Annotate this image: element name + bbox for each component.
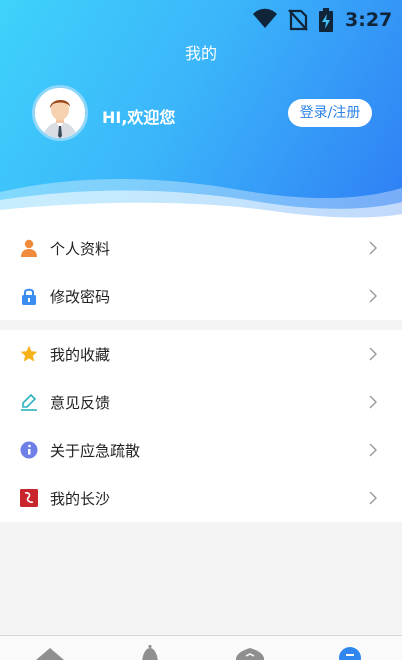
- status-clock: 3:27: [345, 9, 393, 31]
- shield-tab-icon[interactable]: [234, 644, 266, 660]
- menu-item-label: 修改密码: [50, 288, 111, 306]
- menu-item-feedback[interactable]: 意见反馈: [0, 378, 402, 426]
- menu-item-label: 关于应急疏散: [50, 442, 141, 460]
- info-icon: [20, 441, 38, 459]
- bottom-tab-bar: [0, 635, 402, 660]
- mine-tab-icon[interactable]: [338, 644, 362, 660]
- menu-item-label: 个人资料: [50, 240, 111, 258]
- login-register-button[interactable]: 登录/注册: [288, 99, 372, 127]
- menu-item-about-evacuation[interactable]: 关于应急疏散: [0, 426, 402, 474]
- menu-item-label: 我的收藏: [50, 346, 111, 364]
- menu-group-account: 个人资料 修改密码: [0, 224, 402, 320]
- changsha-logo-icon: [20, 489, 38, 507]
- menu-item-label: 意见反馈: [50, 394, 111, 412]
- no-sim-icon: [288, 9, 308, 31]
- chevron-right-icon: [369, 347, 377, 361]
- page-title: 我的: [184, 44, 217, 63]
- chevron-right-icon: [369, 241, 377, 255]
- menu-item-favorites[interactable]: 我的收藏: [0, 330, 402, 378]
- menu-item-profile[interactable]: 个人资料: [0, 224, 402, 272]
- chevron-right-icon: [369, 289, 377, 303]
- home-tab-icon[interactable]: [33, 644, 67, 660]
- greeting-text: HI,欢迎您: [102, 108, 176, 127]
- wifi-icon: [253, 8, 277, 28]
- menu-group-more: 我的收藏 意见反馈 关于应急疏散 我的长沙: [0, 330, 402, 522]
- lock-icon: [22, 288, 36, 305]
- feedback-pen-icon: [21, 393, 37, 411]
- star-icon: [20, 345, 38, 362]
- wave-decoration: [0, 179, 402, 228]
- bell-tab-icon[interactable]: [138, 644, 162, 660]
- user-icon: [21, 239, 37, 257]
- profile-header: 3:27 我的 HI,欢迎您 登录/注册: [0, 0, 402, 228]
- battery-charging-icon: [319, 8, 333, 32]
- avatar[interactable]: [32, 85, 88, 141]
- menu-item-label: 我的长沙: [50, 490, 111, 508]
- chevron-right-icon: [369, 395, 377, 409]
- avatar-person-icon: [35, 88, 85, 138]
- chevron-right-icon: [369, 443, 377, 457]
- chevron-right-icon: [369, 491, 377, 505]
- menu-item-change-password[interactable]: 修改密码: [0, 272, 402, 320]
- status-bar: 3:27: [0, 0, 402, 40]
- menu-item-my-changsha[interactable]: 我的长沙: [0, 474, 402, 522]
